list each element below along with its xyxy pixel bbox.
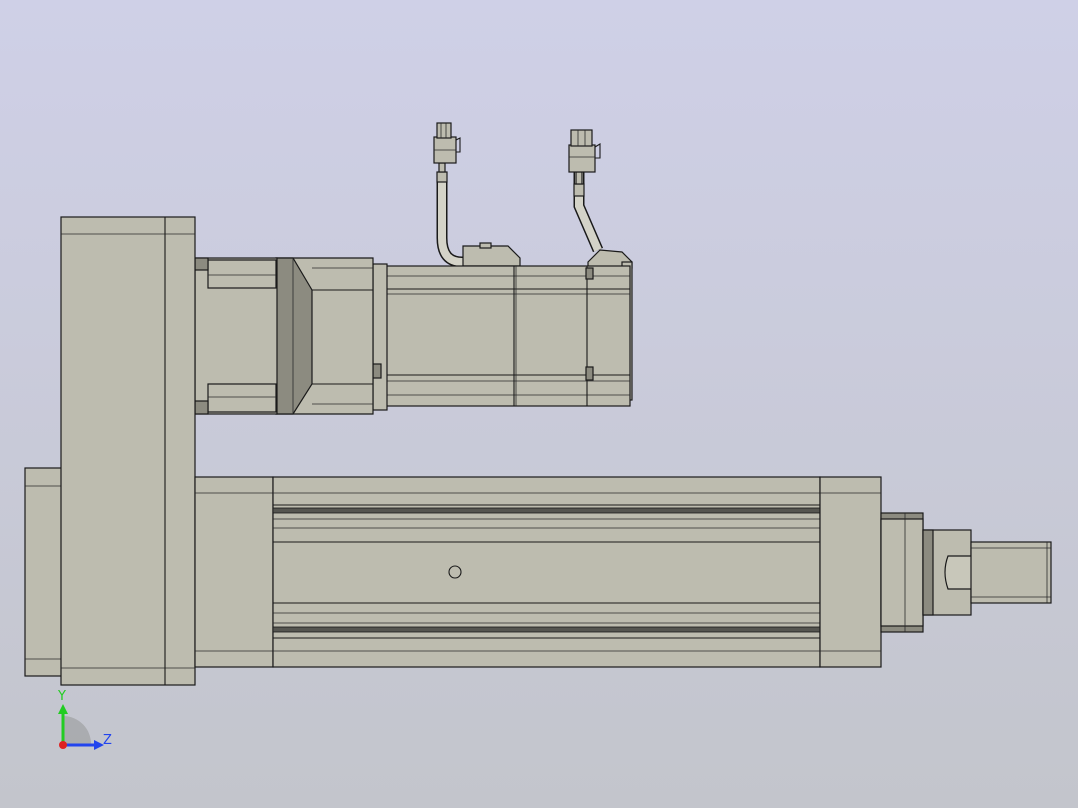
actuator-front-block[interactable] bbox=[194, 476, 274, 668]
actuator-front-cap[interactable] bbox=[819, 476, 882, 668]
piston-rod[interactable] bbox=[970, 541, 1052, 604]
triad-plane-indicator bbox=[63, 716, 92, 745]
gearbox-flange[interactable] bbox=[372, 263, 388, 411]
x-axis-dot bbox=[59, 741, 67, 749]
connector-left[interactable] bbox=[433, 122, 461, 164]
cable-right[interactable] bbox=[573, 170, 604, 253]
cable-left[interactable] bbox=[436, 162, 466, 268]
motor-cable-gland-left[interactable] bbox=[462, 242, 521, 267]
rod-nut[interactable] bbox=[922, 529, 973, 616]
gearbox-housing[interactable] bbox=[275, 257, 374, 415]
y-axis-label: Y bbox=[57, 689, 66, 704]
motor-adapter-plate[interactable] bbox=[194, 257, 278, 415]
rear-end-cap[interactable] bbox=[24, 467, 63, 677]
servo-motor-body[interactable] bbox=[385, 265, 631, 407]
belt-housing[interactable] bbox=[60, 216, 196, 686]
actuator-tube[interactable] bbox=[272, 476, 821, 668]
actuator-model[interactable]: Y Z bbox=[0, 0, 1078, 808]
connector-right[interactable] bbox=[568, 129, 601, 173]
cad-viewport[interactable]: Y Z bbox=[0, 0, 1078, 808]
z-axis-label: Z bbox=[103, 733, 112, 748]
rod-bushing[interactable] bbox=[880, 512, 924, 633]
orientation-triad: Y Z bbox=[57, 689, 112, 750]
y-axis-arrow bbox=[58, 704, 68, 714]
